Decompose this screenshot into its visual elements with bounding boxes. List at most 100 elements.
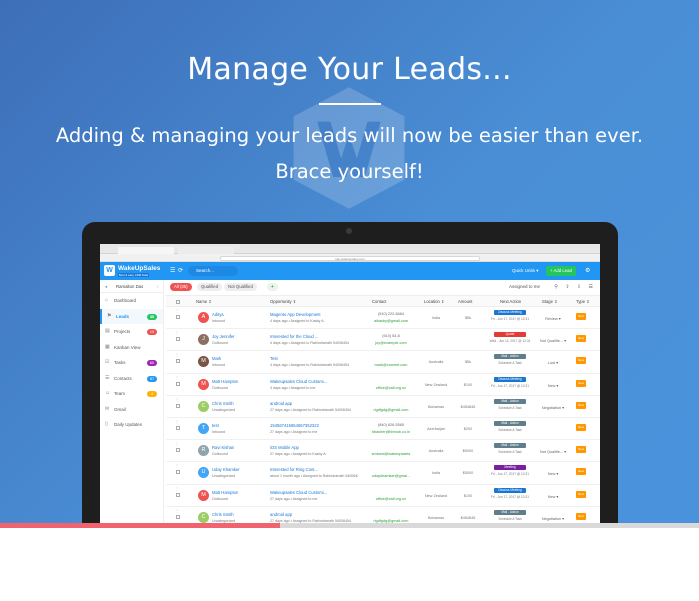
row-menu-icon[interactable]: ⋮ [175,486,179,491]
contact-email[interactable]: office@cali.org.nz [361,497,421,501]
lead-source[interactable]: Outbound [212,452,228,456]
next-action-badge[interactable]: Quote [494,332,526,338]
table-row[interactable]: ⋮ R Ravi Kishan Outbound iOS Mobile App … [166,440,600,463]
lead-source[interactable]: Inbound [212,319,225,323]
row-menu-icon[interactable]: ⋮ [175,463,179,468]
sidebar-item-tasks[interactable]: ☑ Tasks 60 [100,355,163,371]
opportunity-title[interactable]: 154567415654667352322 [270,423,358,428]
row-checkbox[interactable] [176,470,180,475]
row-checkbox[interactable] [176,403,180,408]
table-row[interactable]: ⋮ C Chris Smith Uncategorized android ap… [166,396,600,418]
type-badge[interactable]: New [576,423,586,431]
add-filter-plus-icon[interactable]: + [267,283,278,291]
sidebar-item-projects[interactable]: ▤ Projects 13 [100,324,163,340]
type-badge[interactable]: New [576,446,586,454]
type-badge[interactable]: New [576,379,586,387]
type-badge[interactable]: New [576,357,586,365]
lead-source[interactable]: Outbound [212,497,228,501]
next-action-badge[interactable]: Discuss Meeting [494,310,526,315]
stage-dropdown[interactable]: Review ▾ [536,316,570,321]
type-badge[interactable]: New [576,512,586,520]
table-row[interactable]: ⋮ M Mark Inbound Test 4 days ago • Assig… [166,351,600,374]
opportunity-title[interactable]: Test [270,356,358,361]
lead-source[interactable]: Outbound [212,341,228,345]
opportunity-title[interactable]: Magento App Development [270,312,358,317]
lead-source[interactable]: Inbound [212,363,225,367]
row-checkbox[interactable] [176,492,180,497]
next-action-badge[interactable]: Mail - Action [494,354,526,360]
lead-name[interactable]: Matt Hampton [212,490,238,495]
stage-dropdown[interactable]: New ▾ [536,494,570,499]
lead-name[interactable]: Uday Khamker [212,467,240,472]
table-row[interactable]: ⋮ A Aditya Inbound Magento App Developme… [166,307,600,330]
table-row[interactable]: ⋮ M Matt Hampton Outbound Wakeupsales Cl… [166,374,600,396]
stage-dropdown[interactable]: Negotiation ▾ [536,405,570,410]
lead-source[interactable]: Uncategorized [212,408,235,412]
lead-name[interactable]: Mark [212,356,221,361]
row-menu-icon[interactable]: ⋮ [175,419,179,424]
table-row[interactable]: ⋮ M Matt Hampton Outbound Wakeupsales Cl… [166,485,600,507]
assigned-to-me-toggle[interactable]: Assigned to me [509,284,540,289]
row-checkbox[interactable] [176,425,180,430]
opportunity-title[interactable]: Wakeupsales Cloud Customi... [270,379,358,384]
refresh-icon[interactable]: ⟳ [178,267,183,274]
row-menu-icon[interactable]: ⋮ [175,352,179,357]
lead-source[interactable]: Outbound [212,386,228,390]
stage-dropdown[interactable]: New ▾ [536,471,570,476]
browser-url-bar[interactable]: app.wakeupsales.com [220,255,480,261]
opportunity-title[interactable]: Interested for the Cloud ... [270,334,358,339]
menu-icon[interactable]: ☰ [170,267,175,274]
contact-email[interactable]: aikasby@gmail.com [361,319,421,323]
browser-tab[interactable] [118,247,174,254]
stage-dropdown[interactable]: New ▾ [536,383,570,388]
table-row[interactable]: ⋮ U Uday Khamker Uncategorized Intereste… [166,462,600,485]
row-menu-icon[interactable]: ⋮ [175,330,179,335]
row-checkbox[interactable] [176,359,180,364]
next-action-badge[interactable]: Discuss Meeting [494,487,526,493]
lead-name[interactable]: Joy Jennifer [212,334,235,339]
row-checkbox[interactable] [176,514,180,519]
opportunity-title[interactable]: Wakeupsales Cloud Customi... [270,490,358,495]
lead-name[interactable]: Ravi Kishan [212,445,234,450]
contact-email[interactable]: rigdfgdg@gmail.com [361,408,421,412]
row-menu-icon[interactable]: ⋮ [175,397,179,402]
contact-email[interactable]: bbasher@bbmob.co.in [361,430,421,434]
lead-name[interactable]: Chris Smith [212,401,234,406]
lead-name[interactable]: Matt Hampton [212,379,238,384]
contact-email[interactable]: mark@comnet.com [361,363,421,367]
sidebar-item-gmail[interactable]: ✉ Gmail [100,402,163,418]
next-action-badge[interactable]: Discuss Meeting [494,376,526,382]
lead-source[interactable]: Inbound [212,430,225,434]
browser-tab[interactable] [178,247,234,254]
opportunity-title[interactable]: iOS Mobile App [270,445,358,450]
contact-email[interactable]: smbwol@wakeupsales [361,452,421,456]
sidebar-item-daily-updates[interactable]: ▯ Daily Updates [100,417,163,433]
row-menu-icon[interactable]: ⋮ [175,441,179,446]
type-badge[interactable]: New [576,468,586,476]
row-checkbox[interactable] [176,337,180,342]
quick-units-dropdown[interactable]: Quick Units ▾ [512,268,539,274]
type-badge[interactable]: New [576,313,586,320]
search-input[interactable]: Search... [188,266,238,276]
lead-name[interactable]: test [212,423,219,428]
table-row[interactable]: ⋮ J Joy Jennifer Outbound Interested for… [166,329,600,352]
opportunity-title[interactable]: android app [270,401,358,406]
add-lead-button[interactable]: + Add Lead [546,266,576,276]
contact-email[interactable]: joy@example.com [361,341,421,345]
lead-source[interactable]: Uncategorized [212,474,235,478]
settings-gear-icon[interactable]: ⚙ [585,267,590,274]
stage-dropdown[interactable]: Not Qualifie... ▾ [536,449,570,454]
app-logo-icon[interactable]: W [104,265,115,276]
stage-dropdown[interactable]: Not Qualifie... ▾ [536,338,570,343]
next-action-badge[interactable]: Meeting [494,465,526,471]
select-all-checkbox[interactable] [176,300,180,304]
sidebar-item-contacts[interactable]: ☰ Contacts 87 [100,371,163,387]
row-menu-icon[interactable]: ⋮ [175,375,179,380]
filter-not-qualified[interactable]: Not Qualified [224,283,257,291]
lead-name[interactable]: Chris Smith [212,512,234,517]
row-checkbox[interactable] [176,315,180,319]
sidebar-item-leads[interactable]: ⚑ Leads 35 [100,308,163,324]
opportunity-title[interactable]: android app [270,512,358,517]
next-action-badge[interactable]: Mail - Action [494,420,526,426]
type-badge[interactable]: New [576,490,586,498]
